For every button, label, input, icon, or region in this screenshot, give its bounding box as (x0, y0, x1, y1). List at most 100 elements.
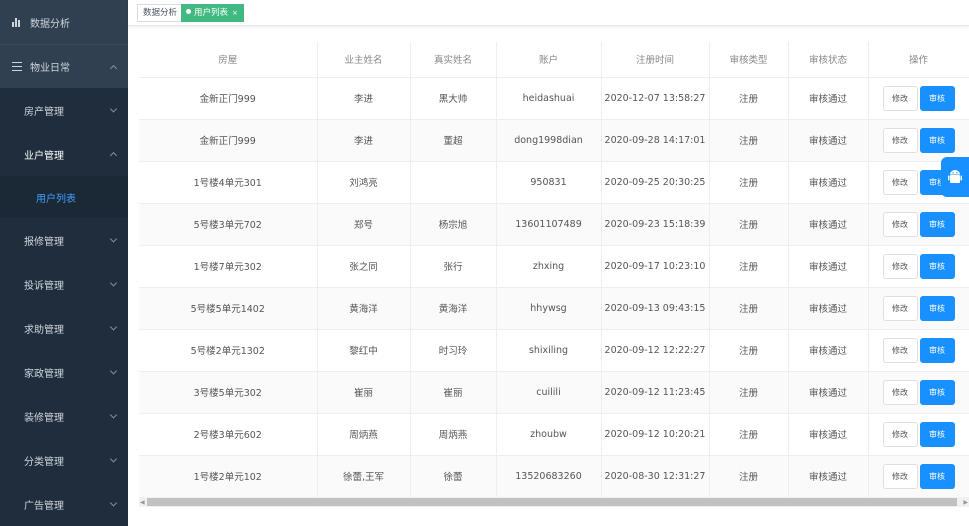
sidebar-item-repair[interactable]: 报修管理 (0, 218, 128, 262)
scroll-right-icon[interactable]: ▶ (963, 499, 968, 506)
cell-actions: 修改 审核 (868, 245, 969, 288)
cell-house: 金新正门999 (139, 77, 318, 120)
chevron-up-icon (109, 151, 118, 160)
column-header-actions: 操作 (868, 42, 969, 78)
sidebar-item-label: 分类管理 (24, 456, 64, 468)
sidebar-item-ads[interactable]: 广告管理 (0, 482, 128, 526)
cell-review-status: 审核通过 (788, 329, 869, 372)
review-button[interactable]: 审核 (919, 295, 955, 321)
cell-review-type: 注册 (709, 413, 789, 456)
sidebar-item-housekeeping[interactable]: 家政管理 (0, 350, 128, 394)
cell-register-time: 2020-09-12 11:23:45 (601, 371, 710, 414)
sidebar-item-label: 房产管理 (24, 106, 64, 118)
edit-button[interactable]: 修改 (882, 253, 918, 279)
chevron-up-icon (109, 64, 118, 72)
cell-account: zhoubw (496, 413, 602, 456)
review-button[interactable]: 审核 (919, 85, 955, 111)
cell-account: 13601107489 (496, 203, 602, 246)
review-button[interactable]: 审核 (919, 421, 955, 447)
cell-house: 1号楼2单元102 (139, 455, 318, 498)
cell-review-type: 注册 (709, 203, 789, 246)
chevron-down-icon (109, 279, 118, 287)
cell-owner-name: 黎红中 (317, 329, 411, 372)
table-row: 3号楼5单元302 崔丽 崔丽 cuilili 2020-09-12 11:23:45 注… (139, 371, 969, 414)
close-icon[interactable]: × (232, 9, 238, 17)
review-button[interactable]: 审核 (919, 253, 955, 279)
cell-owner-name: 周炳燕 (317, 413, 411, 456)
sidebar-item-data-analysis[interactable]: 数据分析 (0, 0, 128, 44)
review-button[interactable]: 审核 (919, 211, 955, 237)
cell-register-time: 2020-09-25 20:30:25 (601, 161, 710, 204)
sidebar-submenu: 房产管理 业户管理 用户列表 报修管理 投诉管理 求助管理 家政管理 装修管理 … (0, 88, 128, 526)
table-row: 2号楼3单元602 周炳燕 周炳燕 zhoubw 2020-09-12 10:20:21… (139, 413, 969, 456)
cell-account: 13520683260 (496, 455, 602, 498)
scroll-left-icon[interactable]: ◀ (140, 499, 145, 506)
tag-data-analysis[interactable]: 数据分析 (137, 4, 184, 22)
sidebar-item-label: 业户管理 (24, 150, 64, 162)
edit-button[interactable]: 修改 (882, 169, 918, 195)
cell-real-name: 张行 (410, 245, 497, 288)
column-header-register-time[interactable]: 注册时间 (601, 42, 710, 78)
cell-real-name: 黄海洋 (410, 287, 497, 330)
edit-button[interactable]: 修改 (882, 337, 918, 363)
sidebar-item-label: 报修管理 (24, 236, 64, 248)
cell-review-status: 审核通过 (788, 371, 869, 414)
sidebar-item-decoration[interactable]: 装修管理 (0, 394, 128, 438)
cell-review-type: 注册 (709, 287, 789, 330)
sidebar-item-label: 用户列表 (36, 193, 76, 205)
review-button[interactable]: 审核 (919, 127, 955, 153)
horizontal-scrollbar[interactable]: ◀ ▶ (139, 497, 969, 507)
edit-button[interactable]: 修改 (882, 379, 918, 405)
sidebar-item-help[interactable]: 求助管理 (0, 306, 128, 350)
edit-button[interactable]: 修改 (882, 295, 918, 321)
sidebar-item-owner[interactable]: 业户管理 (0, 132, 128, 176)
cell-account: hhywsg (496, 287, 602, 330)
sidebar-item-label: 求助管理 (24, 324, 64, 336)
column-header-account[interactable]: 账户 (496, 42, 602, 78)
cell-account: heidashuai (496, 77, 602, 120)
cell-account: zhxing (496, 245, 602, 288)
edit-button[interactable]: 修改 (882, 127, 918, 153)
column-header-review-status[interactable]: 审核状态 (788, 42, 869, 78)
bar-chart-icon (12, 17, 22, 27)
sidebar-item-user-list[interactable]: 用户列表 (0, 176, 128, 218)
cell-real-name: 徐蕾 (410, 455, 497, 498)
table-row: 5号楼2单元1302 黎红中 时习玲 shixiling 2020-09-12 12:2… (139, 329, 969, 372)
column-header-review-type[interactable]: 审核类型 (709, 42, 789, 78)
sidebar-item-label: 家政管理 (24, 368, 64, 380)
sidebar-group-label: 物业日常 (30, 63, 70, 74)
review-button[interactable]: 审核 (919, 337, 955, 363)
tag-user-list[interactable]: 用户列表 × (181, 4, 244, 22)
table-row: 金新正门999 李进 黑大帅 heidashuai 2020-12-07 13:58:2… (139, 77, 969, 120)
android-help-button[interactable] (941, 157, 969, 197)
tags-view: 数据分析 用户列表 × (128, 0, 969, 26)
column-header-house[interactable]: 房屋 (139, 42, 318, 78)
cell-register-time: 2020-09-28 14:17:01 (601, 119, 710, 162)
sidebar-group-property-daily[interactable]: 物业日常 (0, 44, 128, 88)
cell-register-time: 2020-09-12 10:20:21 (601, 413, 710, 456)
scrollbar-thumb[interactable] (147, 498, 957, 506)
column-header-owner-name[interactable]: 业主姓名 (317, 42, 411, 78)
cell-review-type: 注册 (709, 329, 789, 372)
review-button[interactable]: 审核 (919, 379, 955, 405)
cell-review-type: 注册 (709, 119, 789, 162)
edit-button[interactable]: 修改 (882, 211, 918, 237)
cell-register-time: 2020-08-30 12:31:27 (601, 455, 710, 498)
sidebar-item-category[interactable]: 分类管理 (0, 438, 128, 482)
column-header-real-name[interactable]: 真实姓名 (410, 42, 497, 78)
table-row: 金新正门999 李进 董超 dong1998dian 2020-09-28 14:17:… (139, 119, 969, 162)
cell-account: 950831 (496, 161, 602, 204)
cell-account: cuilili (496, 371, 602, 414)
sidebar-item-house[interactable]: 房产管理 (0, 88, 128, 132)
sidebar-item-label: 投诉管理 (24, 280, 64, 292)
edit-button[interactable]: 修改 (882, 463, 918, 489)
edit-button[interactable]: 修改 (882, 421, 918, 447)
sidebar-item-complaint[interactable]: 投诉管理 (0, 262, 128, 306)
cell-review-status: 审核通过 (788, 245, 869, 288)
cell-real-name: 杨宗旭 (410, 203, 497, 246)
cell-register-time: 2020-09-23 15:18:39 (601, 203, 710, 246)
review-button[interactable]: 审核 (919, 463, 955, 489)
cell-house: 金新正门999 (139, 119, 318, 162)
edit-button[interactable]: 修改 (882, 85, 918, 111)
cell-register-time: 2020-09-12 12:22:27 (601, 329, 710, 372)
